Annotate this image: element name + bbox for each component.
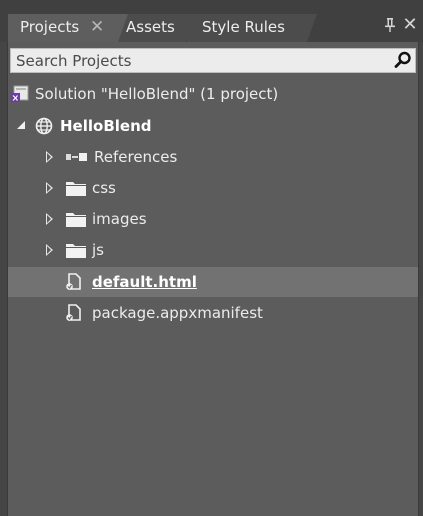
collapsed-arrow-icon[interactable] bbox=[46, 244, 53, 256]
images-folder-label: images bbox=[92, 210, 147, 228]
tree-item-project[interactable]: HelloBlend bbox=[8, 111, 418, 141]
projects-panel-body: Solution "HelloBlend" (1 project) HelloB… bbox=[7, 42, 419, 516]
collapsed-arrow-icon[interactable] bbox=[46, 151, 53, 163]
projects-panel-window: Style Rules Assets Projects ✕ ✕ Search P… bbox=[0, 0, 423, 516]
pin-icon-glyph bbox=[385, 18, 395, 32]
close-panel-icon[interactable]: ✕ bbox=[401, 14, 419, 36]
search-box bbox=[10, 48, 416, 73]
js-folder-label: js bbox=[92, 241, 104, 259]
package-manifest-label: package.appxmanifest bbox=[92, 304, 263, 322]
collapsed-arrow-icon[interactable] bbox=[46, 213, 53, 225]
solution-label: Solution "HelloBlend" (1 project) bbox=[35, 85, 279, 103]
tree-item-default-html[interactable]: default.html bbox=[8, 267, 418, 297]
pin-icon[interactable] bbox=[383, 17, 397, 37]
default-html-label: default.html bbox=[92, 273, 197, 291]
folder-icon bbox=[66, 213, 86, 227]
tree-item-js[interactable]: js bbox=[8, 235, 418, 265]
tab-projects[interactable]: Projects ✕ bbox=[8, 14, 128, 42]
tree-item-references[interactable]: References bbox=[8, 142, 418, 172]
tab-close-icon[interactable]: ✕ bbox=[90, 17, 104, 37]
globe-icon bbox=[35, 117, 53, 135]
tree-item-images[interactable]: images bbox=[8, 204, 418, 234]
tree-item-css[interactable]: css bbox=[8, 173, 418, 203]
css-folder-label: css bbox=[92, 179, 116, 197]
tab-style-rules-label: Style Rules bbox=[202, 18, 285, 36]
references-icon bbox=[66, 153, 87, 161]
file-icon bbox=[66, 273, 81, 290]
solution-icon bbox=[11, 85, 29, 102]
tab-assets-label: Assets bbox=[126, 18, 175, 36]
tab-style-rules[interactable]: Style Rules bbox=[187, 14, 317, 42]
file-icon bbox=[66, 304, 81, 321]
search-input[interactable] bbox=[11, 49, 386, 72]
folder-icon bbox=[66, 182, 86, 196]
tab-strip: Style Rules Assets Projects ✕ ✕ bbox=[0, 0, 423, 42]
references-label: References bbox=[94, 148, 178, 166]
collapsed-arrow-icon[interactable] bbox=[46, 182, 53, 194]
search-icon[interactable] bbox=[394, 51, 412, 69]
expanded-arrow-icon[interactable] bbox=[17, 121, 25, 129]
tab-projects-label: Projects bbox=[20, 18, 80, 36]
tree-item-solution[interactable]: Solution "HelloBlend" (1 project) bbox=[8, 79, 418, 109]
project-label: HelloBlend bbox=[60, 117, 152, 135]
folder-icon bbox=[66, 244, 86, 258]
tree-item-package-manifest[interactable]: package.appxmanifest bbox=[8, 298, 418, 328]
